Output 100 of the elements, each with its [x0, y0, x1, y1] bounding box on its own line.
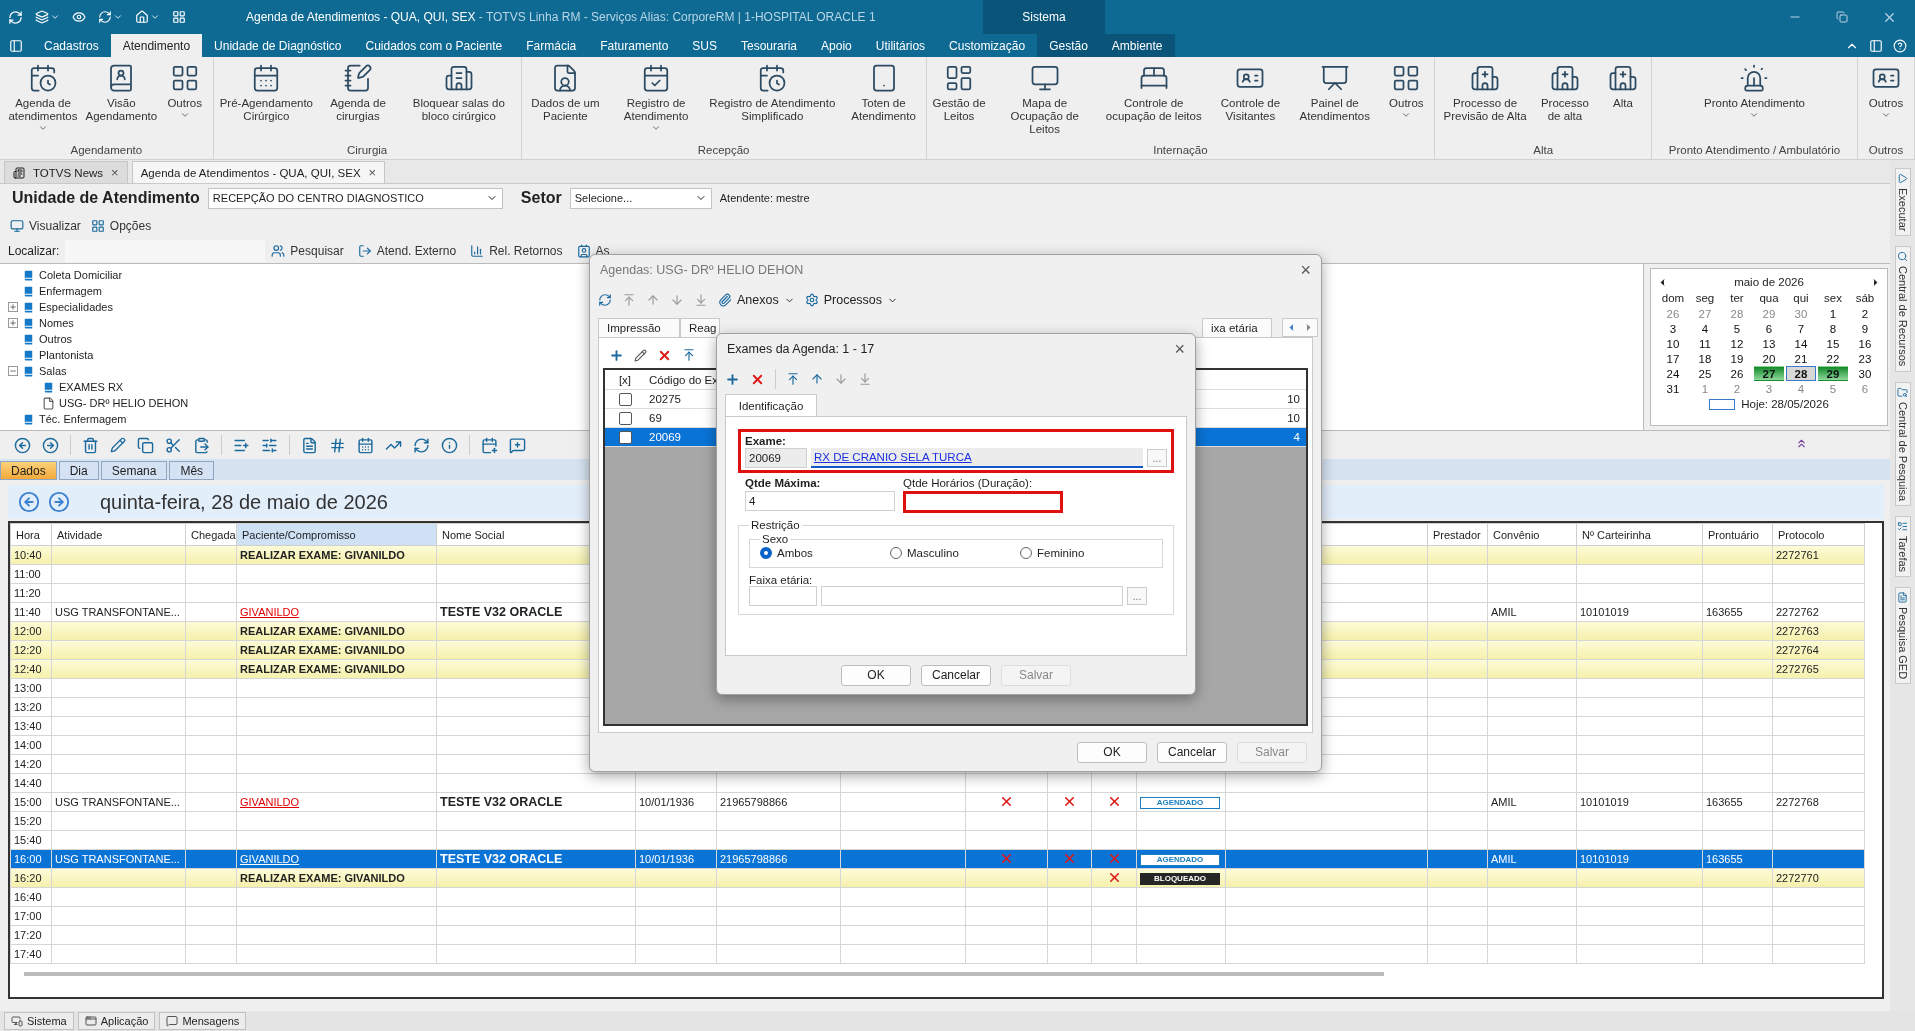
calendar-day[interactable]: 23 [1850, 351, 1880, 366]
toolbar-button[interactable]: Rel. Retornos [470, 244, 563, 258]
dialog-button[interactable]: Cancelar [921, 664, 991, 686]
calendar-day[interactable]: 29 [1754, 306, 1784, 321]
column-header[interactable]: Prontuário [1702, 523, 1773, 546]
copy-icon[interactable] [137, 436, 154, 454]
move-top-icon[interactable] [786, 372, 800, 386]
calendar-day[interactable]: 3 [1658, 321, 1688, 336]
next-day-icon[interactable] [48, 491, 70, 513]
hash-icon[interactable] [329, 436, 346, 454]
toolbar-button[interactable]: Atend. Externo [357, 244, 457, 258]
ribbon-button[interactable]: Agenda de atendimentos [0, 63, 86, 133]
calendar-day[interactable]: 18 [1690, 351, 1720, 366]
checkbox[interactable] [618, 430, 632, 444]
toolbar-button[interactable]: Opções [90, 218, 152, 233]
calendar-day[interactable]: 28 [1786, 366, 1816, 381]
dialog-tab[interactable]: Impressão [598, 318, 680, 337]
toolbar-button[interactable]: Visualizar [10, 218, 81, 233]
scrollbar[interactable] [24, 972, 1384, 976]
side-tab[interactable]: Central de Recursos [1894, 246, 1911, 372]
cut-icon[interactable] [165, 436, 182, 454]
view-tab[interactable]: Mês [169, 461, 215, 480]
column-header[interactable]: Protocolo [1772, 523, 1865, 546]
edit-icon[interactable] [634, 348, 647, 362]
close-button[interactable]: × [111, 165, 119, 180]
ribbon-button[interactable]: Gestão de Leitos [926, 63, 992, 123]
ribbon-button[interactable]: Outros [1378, 63, 1435, 120]
dialog-button[interactable]: OK [1077, 741, 1147, 763]
tree-item[interactable]: Nomes [39, 317, 74, 329]
checkbox[interactable] [618, 392, 632, 406]
view-tab[interactable]: Dia [58, 461, 99, 480]
ribbon-button[interactable]: Visão Agendamento [86, 63, 157, 123]
add-icon[interactable] [725, 371, 740, 387]
calendar-day[interactable]: 20 [1754, 351, 1784, 366]
column-header[interactable]: Paciente/Compromisso [236, 523, 437, 546]
tree-item[interactable]: EXAMES RX [59, 381, 124, 393]
calendar-day[interactable]: 11 [1690, 336, 1720, 351]
paste-icon[interactable] [193, 436, 210, 454]
calendar-icon[interactable] [357, 436, 374, 454]
ribbon-button[interactable]: Outros [156, 63, 213, 120]
home-icon[interactable] [135, 10, 149, 24]
calendar-day[interactable]: 6 [1850, 381, 1880, 396]
menu-icon[interactable] [9, 38, 23, 53]
calendar-day[interactable]: 10 [1658, 336, 1688, 351]
move-top-icon[interactable] [682, 348, 696, 362]
move-up-icon[interactable] [810, 372, 824, 386]
column-header[interactable]: Nº Carteirinha [1576, 523, 1703, 546]
ribbon-button[interactable]: Outros [1858, 63, 1914, 120]
locate-field[interactable] [65, 240, 266, 262]
sector-select[interactable]: Selecione... [569, 187, 712, 209]
tree-item[interactable]: Outros [39, 333, 72, 345]
ribbon-button[interactable]: Controle de ocupação de leitos [1097, 63, 1210, 123]
edit-icon[interactable] [110, 437, 126, 453]
eye-icon[interactable] [72, 10, 86, 24]
calendar-day[interactable]: 24 [1658, 366, 1688, 381]
ribbon-button[interactable]: Processo de alta [1534, 63, 1595, 123]
menu-tab[interactable]: Cuidados com o Paciente [353, 34, 515, 57]
ribbon-button[interactable]: Pronto Atendimento [1700, 63, 1809, 120]
toolbar-button[interactable]: Anexos [718, 293, 795, 307]
refresh-icon[interactable] [98, 10, 112, 24]
calendar-day[interactable]: 1 [1690, 381, 1720, 396]
menu-tab[interactable]: Unidade de Diagnóstico [202, 34, 354, 57]
calendar-day[interactable]: 4 [1786, 381, 1816, 396]
dialog-button[interactable]: Cancelar [1157, 741, 1227, 763]
toolbar-button[interactable]: Pesquisar [271, 244, 344, 258]
radio-button[interactable] [1020, 547, 1032, 559]
collapse-icon[interactable] [1795, 437, 1808, 450]
calendar-day[interactable]: 31 [1658, 381, 1688, 396]
tree-item[interactable]: Especialidades [39, 301, 113, 313]
status-tab[interactable]: Sistema [4, 1012, 74, 1030]
calendar-day[interactable]: 3 [1754, 381, 1784, 396]
previous-day-icon[interactable] [18, 491, 40, 513]
calendar-day[interactable]: 30 [1786, 306, 1816, 321]
patient-link[interactable]: GIVANILDO [240, 853, 300, 865]
layers-icon[interactable] [35, 10, 49, 24]
menu-tab[interactable]: Atendimento [110, 34, 203, 57]
column-header[interactable]: Convênio [1487, 523, 1577, 546]
menu-tab[interactable]: Apoio [809, 34, 864, 57]
calendar-day[interactable]: 2 [1722, 381, 1752, 396]
menu-tab[interactable]: Farmácia [514, 34, 589, 57]
status-tab[interactable]: Mensagens [159, 1012, 247, 1030]
ribbon-button[interactable]: Painel de Atendimentos [1291, 63, 1379, 123]
side-tab[interactable]: Executar [1894, 168, 1911, 237]
calendar-add-icon[interactable] [481, 436, 498, 454]
dialog-button[interactable]: OK [841, 664, 911, 686]
ribbon-button[interactable]: Controle de Visitantes [1209, 63, 1292, 123]
exam-link[interactable]: RX DE CRANIO SELA TURCA [814, 451, 972, 463]
radio-button[interactable] [760, 547, 772, 559]
radio-button[interactable] [890, 547, 902, 559]
previous-icon[interactable] [14, 436, 31, 454]
ribbon-button[interactable]: Alta [1595, 63, 1651, 110]
side-tab[interactable]: Central de Pesquisa [1894, 381, 1911, 506]
ribbon-button[interactable]: Processo de Previsão de Alta [1435, 63, 1535, 123]
calendar-day[interactable]: 5 [1722, 321, 1752, 336]
message-add-icon[interactable] [509, 436, 526, 454]
menu-tab[interactable]: Gestão [1037, 34, 1100, 57]
ribbon-button[interactable]: Pré-Agendamento Cirúrgico [213, 63, 320, 123]
menu-tab[interactable]: Utilitários [863, 34, 938, 57]
tab-label[interactable]: Agenda de Atendimentos - QUA, QUI, SEX [140, 166, 361, 179]
status-tab[interactable]: Aplicação [77, 1012, 156, 1030]
